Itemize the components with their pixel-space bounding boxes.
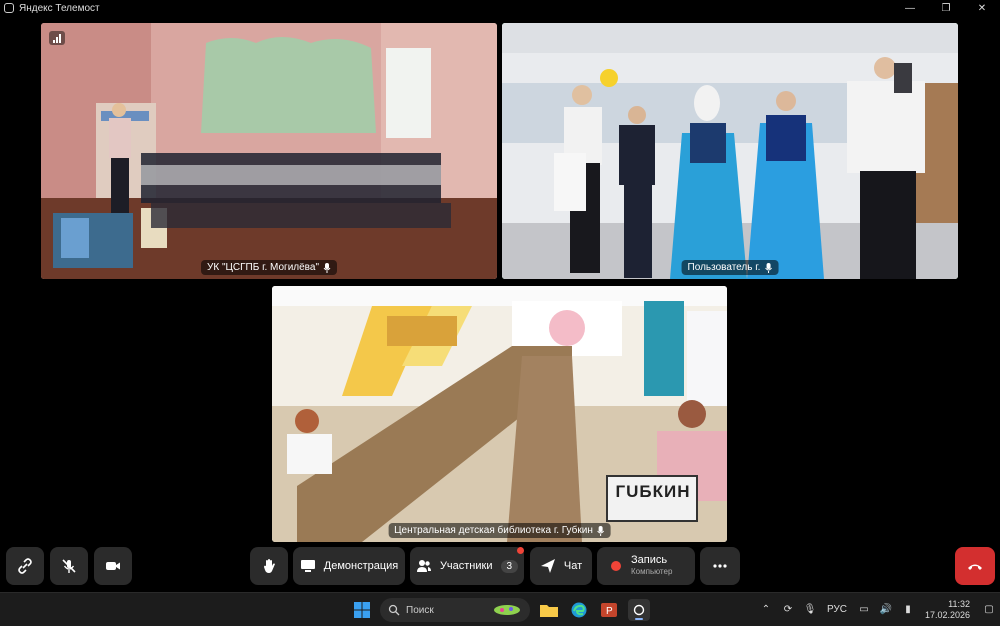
edge-icon [571, 602, 587, 618]
hand-icon [264, 559, 275, 573]
active-app-indicator [635, 618, 643, 620]
search-icon [388, 604, 400, 616]
record-target-label: Компьютер [631, 567, 673, 576]
participant-label: Центральная детская библиотека г. Губкин [388, 523, 611, 538]
city-sign: ГUБКИН [615, 482, 691, 501]
more-dots-icon [713, 564, 727, 568]
video-feed-image [41, 23, 497, 279]
folder-icon [540, 605, 558, 617]
participants-label: Участники [439, 560, 493, 572]
clock-time: 11:32 [948, 598, 970, 609]
start-button[interactable] [351, 599, 373, 621]
mic-off-icon [62, 559, 76, 573]
search-placeholder: Поиск [406, 604, 434, 616]
system-tray: ⌃ ⟳ 🎙 РУС ▭ 🔊 ▮ 11:32 17.02.2026 ▢ [755, 593, 1000, 626]
telemost-taskbar-button[interactable] [628, 599, 650, 621]
maximize-button[interactable]: ❐ [928, 0, 964, 16]
participant-name: УК "ЦСГПБ г. Могилёва" [207, 262, 319, 273]
taskbar: Поиск P ⌃ ⟳ 🎙 РУС ▭ 🔊 ▮ 11:32 17.02.2026… [0, 592, 1000, 626]
chat-button[interactable]: Чат [530, 547, 592, 585]
hang-up-icon [968, 564, 982, 570]
send-icon [540, 559, 555, 573]
video-tile-mogilev[interactable]: УК "ЦСГПБ г. Могилёва" [41, 23, 497, 279]
camera-icon [106, 562, 120, 570]
mic-icon [323, 262, 331, 273]
battery-icon[interactable]: ▮ [900, 602, 916, 618]
video-feed-image [272, 286, 727, 542]
chat-label: Чат [563, 560, 583, 572]
clock[interactable]: 11:32 17.02.2026 [925, 599, 970, 621]
screen-icon [300, 560, 315, 572]
mic-icon [765, 262, 772, 273]
record-icon [611, 561, 621, 571]
windows-icon [354, 602, 370, 618]
minimize-button[interactable]: — [892, 0, 928, 16]
taskbar-search[interactable]: Поиск [380, 598, 530, 622]
participants-count-badge: 3 [500, 559, 519, 573]
record-button[interactable]: Запись Компьютер [597, 547, 695, 585]
people-icon [416, 560, 431, 572]
close-button[interactable]: ✕ [964, 0, 1000, 16]
edge-button[interactable] [568, 599, 590, 621]
display-icon[interactable]: ▭ [856, 602, 872, 618]
more-button[interactable] [700, 547, 740, 585]
video-tile-user[interactable]: Пользователь г. [502, 23, 958, 279]
notification-dot [517, 547, 524, 554]
link-icon [18, 558, 32, 574]
svg-text:P: P [606, 606, 613, 617]
signal-icon [49, 31, 65, 45]
record-label: Запись [631, 554, 668, 566]
microphone-icon[interactable]: 🎙 [802, 602, 818, 618]
mute-button[interactable] [50, 547, 88, 585]
participant-label: Пользователь г. [681, 260, 779, 275]
mic-icon [597, 525, 605, 536]
raise-hand-button[interactable] [250, 547, 288, 585]
camera-button[interactable] [94, 547, 132, 585]
end-call-button[interactable] [955, 547, 995, 585]
clock-date: 17.02.2026 [924, 609, 970, 620]
copy-link-button[interactable] [6, 547, 44, 585]
participants-button[interactable]: Участники 3 [410, 547, 524, 585]
sync-icon[interactable]: ⟳ [780, 602, 796, 618]
telemost-app-icon [4, 3, 14, 13]
participant-name: Центральная детская библиотека г. Губкин [394, 525, 593, 536]
participant-name: Пользователь г. [687, 262, 761, 273]
chevron-up-icon[interactable]: ⌃ [758, 602, 774, 618]
participant-label: УК "ЦСГПБ г. Могилёва" [201, 260, 337, 275]
telemost-icon [633, 604, 645, 616]
powerpoint-icon: P [601, 603, 617, 617]
window-controls: — ❐ ✕ [892, 0, 1000, 16]
file-explorer-button[interactable] [538, 599, 560, 621]
title-bar: Яндекс Телемост — ❐ ✕ [0, 0, 1000, 16]
notifications-icon[interactable]: ▢ [981, 602, 997, 618]
volume-icon[interactable]: 🔊 [878, 602, 894, 618]
video-tile-gubkin[interactable]: ГUБКИН Центральная детская библиотека г.… [272, 286, 727, 542]
call-toolbar: Демонстрация Участники 3 Чат Запись Комп… [0, 545, 1000, 589]
screen-share-label: Демонстрация [323, 560, 399, 572]
video-feed-image [502, 23, 958, 279]
search-highlight-icon [494, 605, 520, 615]
language-indicator[interactable]: РУС [824, 602, 850, 618]
window-title: Яндекс Телемост [19, 2, 100, 14]
screen-share-button[interactable]: Демонстрация [293, 547, 405, 585]
powerpoint-button[interactable]: P [598, 599, 620, 621]
